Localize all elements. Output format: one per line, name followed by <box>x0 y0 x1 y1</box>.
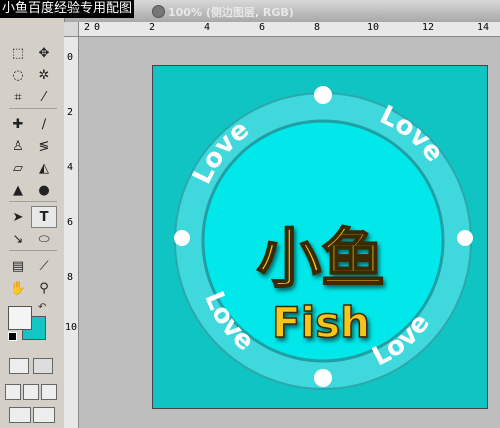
tool-grid: ⬚ ✥ ◌ ✲ ⌗ ⁄ ✚ ∕ ♙ ≶ ▱ ◭ ▲ ● ➤ T ↘ ⬭ ▤ ⟋ … <box>5 42 61 299</box>
hand-icon[interactable]: ✋ <box>5 277 31 299</box>
ring-dot <box>174 230 190 246</box>
vertical-ruler: 0 2 4 6 8 10 <box>64 22 79 428</box>
bucket-icon[interactable]: ◭ <box>31 157 57 179</box>
move-icon[interactable]: ✥ <box>31 42 57 64</box>
default-colors-icon[interactable] <box>8 332 17 341</box>
stamp-icon[interactable]: ♙ <box>5 135 31 157</box>
pen-icon[interactable]: ↘ <box>5 228 31 250</box>
ring-dot <box>457 230 473 246</box>
ruler-label: 10 <box>367 22 380 33</box>
foreground-color[interactable] <box>8 306 32 330</box>
path-select-icon[interactable]: ➤ <box>5 206 31 228</box>
document-title: 100% (侧边图层, RGB) <box>168 6 294 19</box>
title-english: Fish <box>272 298 370 347</box>
watermark-text: 小鱼百度经验专用配图 <box>0 0 135 18</box>
history-brush-icon[interactable]: ≶ <box>31 135 57 157</box>
ruler-label: 14 <box>477 22 490 33</box>
marquee-icon[interactable]: ⬚ <box>5 42 31 64</box>
ruler-label: 2 <box>67 107 74 118</box>
tool-palette: ⬚ ✥ ◌ ✲ ⌗ ⁄ ✚ ∕ ♙ ≶ ▱ ◭ ▲ ● ➤ T ↘ ⬭ ▤ ⟋ … <box>0 0 65 428</box>
screen-mode-full[interactable] <box>41 384 57 400</box>
shape-icon[interactable]: ⬭ <box>31 228 57 250</box>
ring-dot <box>314 369 332 387</box>
ruler-label: 8 <box>67 272 74 283</box>
ring-dot <box>314 86 332 104</box>
eraser-icon[interactable]: ▱ <box>5 157 31 179</box>
color-swatches: ↶ <box>8 302 56 342</box>
slice-icon[interactable]: ⁄ <box>31 86 57 108</box>
healing-icon[interactable]: ✚ <box>5 113 31 135</box>
screen-mode-menu[interactable] <box>23 384 39 400</box>
ruler-label: 6 <box>67 217 74 228</box>
swap-colors-icon[interactable]: ↶ <box>38 302 46 313</box>
document-canvas[interactable]: Love Love Love Love 小鱼 Fish <box>152 65 488 409</box>
magic-wand-icon[interactable]: ✲ <box>31 64 57 86</box>
lasso-icon[interactable]: ◌ <box>5 64 31 86</box>
title-chinese: 小鱼 <box>257 223 385 297</box>
screen-mode-standard[interactable] <box>5 384 21 400</box>
ruler-label: 0 <box>94 22 101 33</box>
imageready-icon[interactable] <box>33 407 55 423</box>
notes-icon[interactable]: ▤ <box>5 255 31 277</box>
jump-to-imageready-icon[interactable] <box>9 407 31 423</box>
zoom-icon[interactable]: ⚲ <box>31 277 57 299</box>
dodge-icon[interactable]: ● <box>31 179 57 201</box>
document-icon <box>152 5 165 18</box>
ruler-label: 8 <box>314 22 321 33</box>
brush-icon[interactable]: ∕ <box>31 113 57 135</box>
horizontal-ruler: 2 0 2 4 6 8 10 12 14 <box>64 22 500 37</box>
ruler-label: 10 <box>65 322 78 333</box>
blur-icon[interactable]: ▲ <box>5 179 31 201</box>
type-icon[interactable]: T <box>31 206 57 228</box>
eyedropper-icon[interactable]: ⟋ <box>31 255 57 277</box>
ruler-label: 0 <box>67 52 74 63</box>
ruler-label: 2 <box>149 22 156 33</box>
crop-icon[interactable]: ⌗ <box>5 86 31 108</box>
ruler-label: 2 <box>84 22 91 33</box>
ruler-label: 4 <box>67 162 74 173</box>
ruler-label: 6 <box>259 22 266 33</box>
badge-artwork: Love Love Love Love 小鱼 Fish <box>174 86 473 390</box>
ruler-label: 4 <box>204 22 211 33</box>
ruler-origin[interactable] <box>64 22 79 37</box>
ruler-label: 12 <box>422 22 435 33</box>
standard-mode-button[interactable] <box>9 358 29 374</box>
quick-mask-button[interactable] <box>33 358 53 374</box>
